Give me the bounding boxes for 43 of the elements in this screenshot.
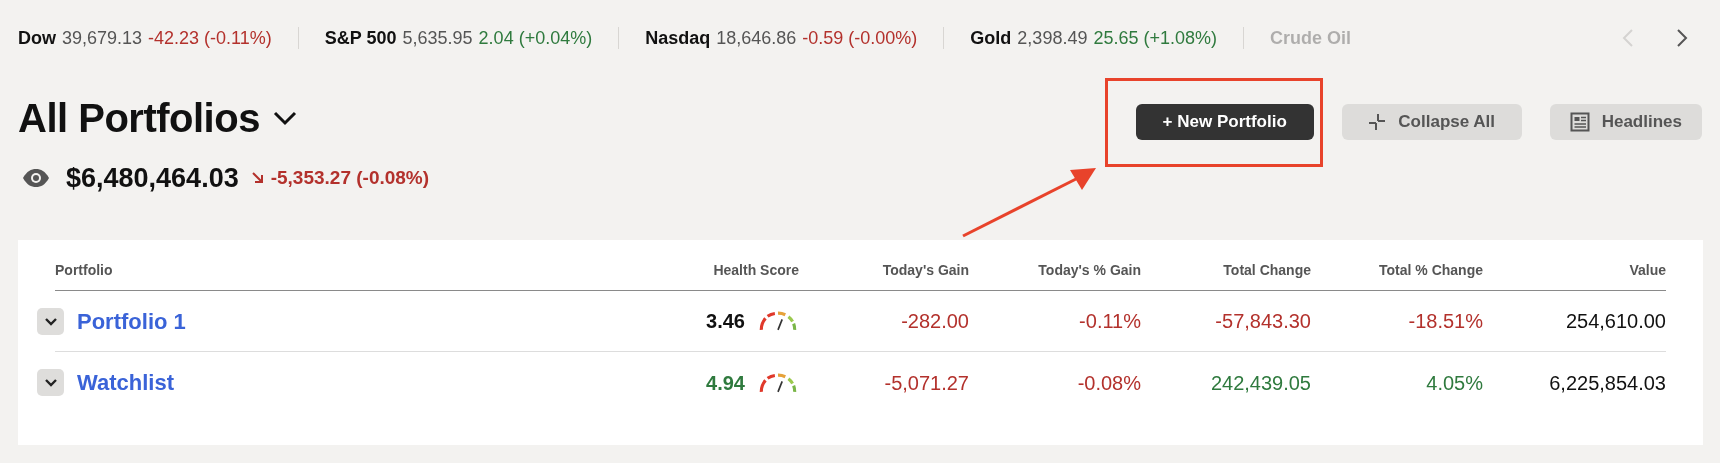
column-header: Health Score [712, 261, 799, 280]
column-header: Today's Gain [881, 261, 969, 280]
table-cell-text: -5,071.27 [883, 370, 969, 396]
table-cell-text: 4.05% [1425, 370, 1483, 396]
collapse-all-button[interactable]: Collapse All [1341, 104, 1522, 140]
column-header: Total % Change [1378, 261, 1483, 280]
table-cell-text: -57,843.30 [1214, 309, 1311, 334]
new-portfolio-button[interactable]: + New Portfolio [1135, 104, 1314, 140]
chevron-left-icon [1622, 28, 1634, 48]
table-cell-text: -18.51% [1407, 309, 1483, 334]
chevron-icon [43, 378, 58, 387]
total-change: -5,353.27 (-0.08%) [270, 166, 430, 190]
total-value: $6,480,464.03 [66, 162, 239, 195]
headlines-button[interactable]: Headlines [1549, 104, 1702, 140]
column-header: Today's % Gain [1037, 261, 1141, 280]
collapse-icon [1368, 113, 1387, 131]
chevron-icon [43, 316, 58, 326]
expand-toggle[interactable] [37, 307, 64, 335]
eye-icon[interactable] [22, 168, 50, 189]
ticker-item[interactable]: Gold 2,398.49 25.65 (+1.08%) [970, 24, 1218, 52]
chevron-down-icon[interactable] [271, 110, 298, 126]
table-cell-text: 242,439.05 [1209, 370, 1311, 396]
ticker-item[interactable]: Nasdaq 18,646.86 -0.59 (-0.00%) [645, 24, 918, 52]
column-header: Total Change [1222, 261, 1311, 280]
column-header: Value [1628, 261, 1666, 280]
table-cell-text: -282.00 [900, 309, 969, 334]
portfolio-link[interactable]: Portfolio 1 [77, 304, 186, 338]
chevron-right-icon [1676, 28, 1688, 48]
expand-toggle[interactable] [37, 369, 64, 396]
portfolio-link[interactable]: Watchlist [77, 366, 174, 399]
health-score: 4.94 [706, 370, 745, 396]
table-cell-text: -0.08% [1076, 370, 1141, 396]
table-cell-text: 254,610.00 [1564, 309, 1666, 334]
ticker-item[interactable]: S&P 500 5,635.95 2.04 (+0.04%) [324, 24, 593, 52]
page-title: All Portfolios [18, 95, 260, 142]
ticker-item[interactable]: Dow 39,679.13 -42.23 (-0.11%) [18, 24, 272, 52]
gauge-icon [757, 309, 799, 333]
down-right-arrow-icon [250, 171, 265, 186]
table-cell-text: -0.11% [1078, 309, 1141, 334]
health-score: 3.46 [706, 309, 745, 334]
column-header: Portfolio [55, 261, 114, 280]
table-cell-text: 6,225,854.03 [1548, 370, 1666, 396]
newspaper-icon [1569, 112, 1590, 132]
